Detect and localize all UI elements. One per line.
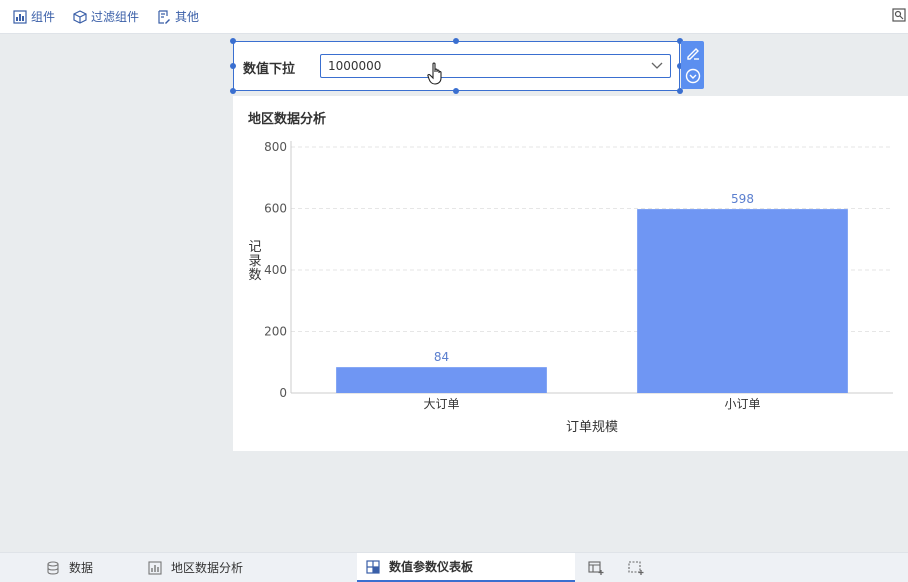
y-tick-label: 600 — [264, 202, 287, 216]
numeric-dropdown-filter[interactable]: 数值下拉 1000000 — [233, 41, 680, 91]
filter-dropdown-select[interactable]: 1000000 — [320, 54, 671, 78]
bar — [336, 367, 547, 393]
region-analysis-chart-widget[interactable]: 地区数据分析 0 200 400 600 800 84 大订单 598 小订单 订单规模 记录数 — [233, 96, 908, 451]
preview-icon — [892, 8, 906, 22]
x-axis-title: 订单规模 — [566, 420, 618, 435]
resize-handle-tl[interactable] — [230, 38, 236, 44]
resize-handle-ml[interactable] — [230, 63, 236, 69]
y-tick-label: 200 — [264, 325, 287, 339]
toolbar-filter-button[interactable]: 过滤组件 — [73, 8, 139, 25]
database-icon — [47, 560, 59, 574]
add-story-icon — [628, 561, 644, 575]
x-tick-label: 大订单 — [423, 397, 459, 411]
hand-cursor-icon — [427, 62, 442, 85]
collapse-icon[interactable] — [685, 68, 701, 84]
bar-data-label: 84 — [434, 350, 449, 364]
resize-handle-bc[interactable] — [453, 88, 459, 94]
edit-icon[interactable] — [685, 45, 701, 61]
widget-side-tools — [681, 41, 704, 89]
dashboard-icon — [366, 559, 380, 574]
bar — [637, 209, 848, 393]
toolbar-component-label: 组件 — [31, 10, 56, 24]
add-story-button[interactable] — [628, 560, 644, 579]
y-tick-label: 0 — [279, 386, 287, 400]
y-axis-title: 记录数 — [248, 240, 261, 283]
bottom-tab-bar: 数据 地区数据分析 数值参数仪表板 — [0, 552, 908, 582]
tab-region-analysis-label: 地区数据分析 — [171, 561, 244, 575]
add-dashboard-button[interactable] — [588, 560, 604, 579]
toolbar-filter-label: 过滤组件 — [91, 10, 140, 24]
tab-data-label: 数据 — [69, 561, 94, 575]
y-tick-label: 400 — [264, 263, 287, 277]
x-tick-label: 小订单 — [724, 397, 760, 411]
chevron-down-icon[interactable] — [650, 60, 664, 72]
toolbar-other-button[interactable]: 其他 — [157, 8, 199, 25]
preview-button[interactable] — [892, 8, 906, 25]
tab-numeric-param-dashboard[interactable]: 数值参数仪表板 — [357, 553, 575, 582]
top-toolbar: 组件 过滤组件 其他 — [0, 0, 908, 34]
tab-dashboard-label: 数值参数仪表板 — [389, 560, 474, 574]
bar-chart-icon — [148, 560, 162, 575]
resize-handle-tc[interactable] — [453, 38, 459, 44]
tab-data[interactable]: 数据 — [46, 553, 93, 582]
y-tick-label: 800 — [264, 140, 287, 154]
filter-selected-value: 1000000 — [328, 59, 382, 73]
cube-filter-icon — [73, 9, 87, 24]
toolbar-component-button[interactable]: 组件 — [13, 8, 55, 25]
filter-label: 数值下拉 — [243, 62, 296, 77]
edit-doc-icon — [158, 9, 171, 24]
toolbar-other-label: 其他 — [175, 10, 200, 24]
bar-data-label: 598 — [731, 192, 754, 206]
chart-component-icon — [13, 9, 27, 24]
add-dashboard-icon — [588, 561, 604, 575]
bar-chart: 0 200 400 600 800 84 大订单 598 小订单订单规模 记录数 — [248, 140, 893, 435]
resize-handle-bl[interactable] — [230, 88, 236, 94]
tab-region-analysis[interactable]: 地区数据分析 — [148, 553, 243, 582]
